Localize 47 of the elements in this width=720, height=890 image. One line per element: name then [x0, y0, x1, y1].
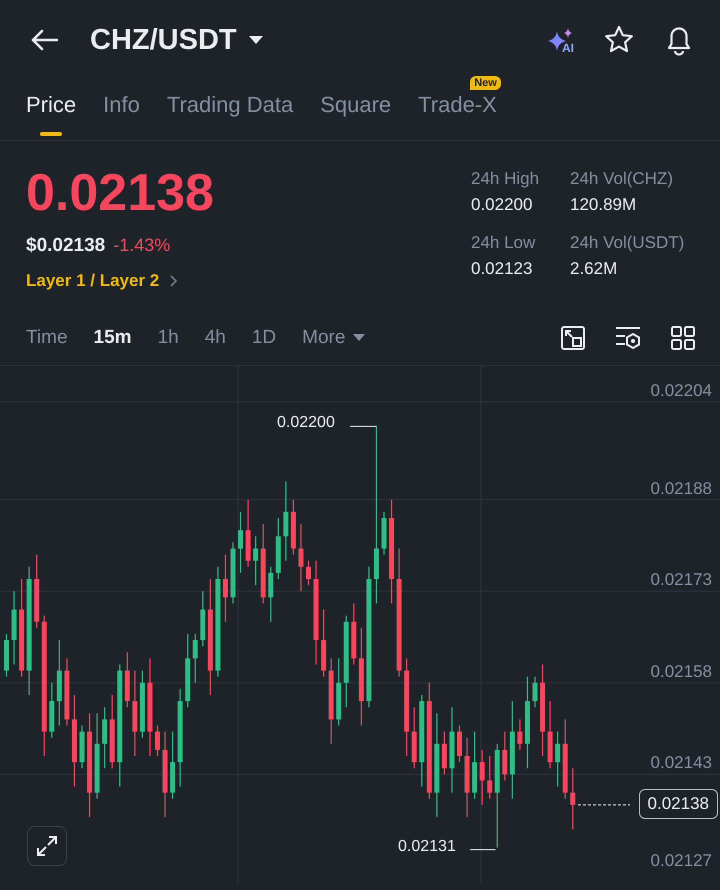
stat-label: 24h Low	[471, 233, 536, 253]
expand-arrows-icon	[35, 834, 59, 858]
low-price-label: 0.02131	[398, 838, 456, 856]
caret-icon	[353, 334, 366, 342]
price-change: -1.43%	[113, 235, 170, 256]
tab[interactable]: Trading Data	[166, 80, 294, 136]
stat-label: 24h Vol(CHZ)	[570, 169, 674, 189]
ai-assistant-button[interactable]: AI	[544, 27, 574, 53]
stat-label: 24h High	[471, 169, 540, 189]
price-axis-label: 0.02204	[650, 381, 712, 401]
usd-price: $0.02138	[26, 235, 106, 257]
leader-line	[578, 804, 630, 806]
sector-link[interactable]: Layer 1 / Layer 2	[26, 271, 178, 291]
price-axis-label: 0.02127	[650, 851, 712, 871]
interval-tab[interactable]: 1h	[158, 327, 179, 349]
current-price-tag: 0.02138	[638, 788, 718, 819]
stat-value: 120.89M	[570, 195, 638, 215]
caret-icon	[248, 36, 263, 44]
tab[interactable]: Square	[320, 80, 392, 136]
price-axis-label: 0.02143	[650, 753, 712, 774]
leader-line	[350, 426, 377, 427]
high-price-label: 0.02200	[277, 414, 335, 432]
new-badge: New	[470, 76, 501, 90]
stat-value: 2.62M	[570, 259, 618, 279]
tab[interactable]: Price	[26, 80, 76, 136]
price-axis-label: 0.02173	[650, 570, 712, 590]
tab[interactable]: Info	[103, 80, 140, 136]
interval-tab[interactable]: 15m	[94, 327, 132, 349]
star-icon[interactable]	[604, 25, 634, 55]
fullscreen-button[interactable]	[27, 826, 67, 866]
price-axis-label: 0.02158	[650, 662, 712, 682]
grid-icon[interactable]	[670, 325, 696, 351]
leader-line	[470, 849, 496, 850]
back-arrow-icon[interactable]	[30, 29, 58, 51]
price-axis-label: 0.02188	[650, 478, 712, 499]
interval-tab[interactable]: More	[302, 327, 366, 349]
stat-value: 0.02200	[471, 195, 534, 215]
indicator-settings-icon[interactable]	[614, 325, 642, 351]
interval-tab[interactable]: 4h	[204, 327, 226, 349]
stat-label: 24h Vol(USDT)	[570, 233, 686, 253]
chevron-right-icon	[169, 275, 178, 287]
interval-tab[interactable]: 1D	[252, 327, 276, 349]
stat-value: 0.02123	[471, 259, 534, 279]
pair-selector[interactable]: CHZ/USDT	[90, 24, 263, 56]
chart-resize-icon[interactable]	[560, 325, 586, 351]
last-price: 0.02138	[26, 163, 215, 223]
interval-tab[interactable]: Time	[26, 327, 68, 349]
